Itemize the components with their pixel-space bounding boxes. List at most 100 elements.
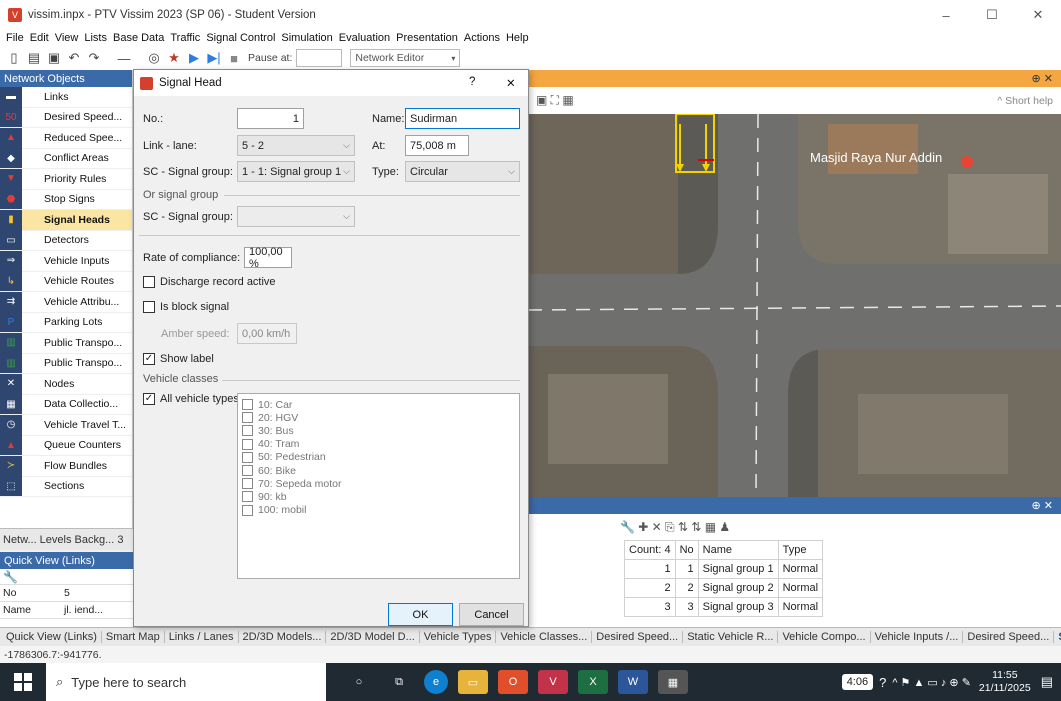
quick-view-row[interactable]: No 5 (0, 585, 133, 602)
show-label-checkbox[interactable]: ✓ Show label (143, 353, 214, 365)
amber-speed-input[interactable]: 0,00 km/h (237, 323, 297, 344)
vehicle-class-item[interactable]: 30: Bus (242, 424, 519, 437)
save-icon[interactable]: ▣ (46, 50, 62, 66)
bottom-tab[interactable]: 2D/3D Models... (239, 631, 327, 643)
map-tools-icon[interactable]: ▣ ⛶ ▦ (536, 93, 574, 108)
redo-icon[interactable]: ↷ (86, 50, 102, 66)
undo-icon[interactable]: ↶ (66, 50, 82, 66)
new-file-icon[interactable]: ▯ (6, 50, 22, 66)
office-icon[interactable]: O (498, 670, 528, 694)
menu-item[interactable]: Simulation (281, 32, 332, 44)
open-file-icon[interactable]: ▤ (26, 50, 42, 66)
vehicle-class-item[interactable]: 40: Tram (242, 438, 519, 451)
help-icon[interactable]: ? (879, 675, 886, 690)
network-object-item[interactable]: ▲ Reduced Spee... (0, 127, 132, 149)
bottom-tab[interactable]: Vehicle Types (420, 631, 497, 643)
step-icon[interactable]: ▶| (206, 50, 222, 66)
tray-icons[interactable]: ^ ⚑ ▲ ▭ ♪ ⊕ ✎ (892, 676, 971, 689)
close-button[interactable]: ✕ (1015, 0, 1061, 30)
all-vehicle-types-checkbox[interactable]: ✓ All vehicle types (143, 393, 239, 405)
word-icon[interactable]: W (618, 670, 648, 694)
network-object-item[interactable]: ▦ Data Collectio... (0, 394, 132, 415)
left-panel-tabs[interactable]: Netw... Levels Backg... 3 (0, 528, 133, 550)
network-map[interactable]: Masjid Raya Nur Addin (528, 114, 1061, 497)
excel-icon[interactable]: X (578, 670, 608, 694)
vehicle-class-item[interactable]: 10: Car (242, 398, 519, 411)
calculator-icon[interactable]: ▦ (658, 670, 688, 694)
bottom-tab[interactable]: Quick View (Links) (2, 631, 102, 643)
notifications-icon[interactable]: ▤ (1041, 674, 1053, 690)
vehicle-class-item[interactable]: 20: HGV (242, 411, 519, 424)
table-row[interactable]: 1 1 Signal group 1 Normal (624, 559, 824, 579)
bottom-tab[interactable]: 2D/3D Model D... (326, 631, 420, 643)
short-help-button[interactable]: ^ Short help (997, 95, 1053, 107)
cortana-icon[interactable]: ○ (344, 670, 374, 694)
maximize-button[interactable]: ☐ (969, 0, 1015, 30)
file-explorer-icon[interactable]: ▭ (458, 670, 488, 694)
network-object-item[interactable]: ⇒ Vehicle Inputs (0, 250, 132, 272)
menu-item[interactable]: Evaluation (339, 32, 390, 44)
network-object-item[interactable]: P Parking Lots (0, 312, 132, 333)
link-lane-select[interactable]: 5 - 2 ⌵ (237, 135, 355, 156)
stop-icon[interactable]: ■ (226, 50, 242, 66)
vehicle-class-item[interactable]: 50: Pedestrian (242, 451, 519, 464)
table-header-cell[interactable]: Name (697, 540, 779, 560)
sc-group2-select[interactable]: ⌵ (237, 206, 355, 227)
bottom-tab[interactable]: Static Vehicle R... (683, 631, 779, 643)
menu-item[interactable]: Edit (30, 32, 49, 44)
network-object-item[interactable]: ◷ Vehicle Travel T... (0, 414, 132, 436)
quick-view-row[interactable]: Name jl. iend... (0, 602, 133, 619)
network-object-item[interactable]: 50 Desired Speed... (0, 107, 132, 128)
network-object-item[interactable]: ▲ Queue Counters (0, 435, 132, 456)
vehicle-class-item[interactable]: 60: Bike (242, 464, 519, 477)
clock[interactable]: 11:55 21/11/2025 (979, 669, 1031, 695)
menu-item[interactable]: Signal Control (206, 32, 275, 44)
no-input[interactable]: 1 (237, 108, 304, 129)
vehicle-class-item[interactable]: 70: Sepeda motor (242, 477, 519, 490)
menu-item[interactable]: File (6, 32, 24, 44)
bottom-tab[interactable]: Vehicle Compo... (778, 631, 871, 643)
ok-button[interactable]: OK (388, 603, 453, 626)
dialog-close-button[interactable]: ✕ (506, 76, 516, 90)
list-tools-icon[interactable]: 🔧 ✚ ✕ ⎘ ⇅ ⇅ ▦ ♟ (620, 520, 730, 535)
compliance-input[interactable]: 100,00 % (244, 246, 292, 270)
panel-controls-icon[interactable]: ⊕ ✕ (1032, 499, 1054, 512)
minimize-button[interactable]: – (923, 0, 969, 30)
taskbar-search[interactable]: ⌕ Type here to search (46, 663, 326, 701)
task-view-icon[interactable]: ⧉ (384, 670, 414, 694)
bottom-tab[interactable]: Desired Speed... (963, 631, 1055, 643)
bottom-tab[interactable]: Vehicle Inputs /... (871, 631, 964, 643)
network-object-item[interactable]: ↳ Vehicle Routes (0, 271, 132, 292)
network-object-item[interactable]: ◆ Conflict Areas (0, 148, 132, 169)
bottom-tab[interactable]: Desired Speed... (592, 631, 684, 643)
menu-item[interactable]: Presentation (396, 32, 458, 44)
menu-item[interactable]: Base Data (113, 32, 164, 44)
table-row[interactable]: 2 2 Signal group 2 Normal (624, 578, 824, 598)
network-object-item[interactable]: ⇉ Vehicle Attribu... (0, 291, 132, 313)
edge-icon[interactable]: e (424, 670, 448, 694)
bottom-tab[interactable]: Links / Lanes (165, 631, 239, 643)
network-object-item[interactable]: ▥ Public Transpo... (0, 353, 132, 374)
at-input[interactable]: 75,008 m (405, 135, 469, 156)
vehicle-class-item[interactable]: 90: kb (242, 490, 519, 503)
timer-badge[interactable]: 4:06 (841, 674, 874, 690)
bottom-tab[interactable]: Vehicle Classes... (496, 631, 593, 643)
editor-select[interactable]: Network Editor ▾ (350, 49, 461, 67)
bottom-tab[interactable]: Signal Controll... (1054, 631, 1061, 643)
menu-item[interactable]: Traffic (170, 32, 200, 44)
network-object-item[interactable]: ▮ Signal Heads (0, 209, 132, 231)
bottom-tab[interactable]: Smart Map (102, 631, 165, 643)
table-row[interactable]: 3 3 Signal group 3 Normal (624, 597, 824, 617)
network-object-item[interactable]: ▭ Detectors (0, 230, 132, 251)
menu-item[interactable]: Lists (84, 32, 107, 44)
table-header-cell[interactable]: Type (777, 540, 824, 560)
menu-item[interactable]: Actions (464, 32, 500, 44)
name-input[interactable]: Sudirman (405, 108, 520, 129)
speed-slider[interactable]: ― (106, 50, 142, 66)
network-object-item[interactable]: ≻ Flow Bundles (0, 455, 132, 477)
type-select[interactable]: Circular ⌵ (405, 161, 520, 182)
play-icon[interactable]: ▶ (186, 50, 202, 66)
vissim-taskbar-icon[interactable]: V (538, 670, 568, 694)
network-object-item[interactable]: ⬣ Stop Signs (0, 189, 132, 210)
quick-mode-icon[interactable]: ◎ (146, 50, 162, 66)
